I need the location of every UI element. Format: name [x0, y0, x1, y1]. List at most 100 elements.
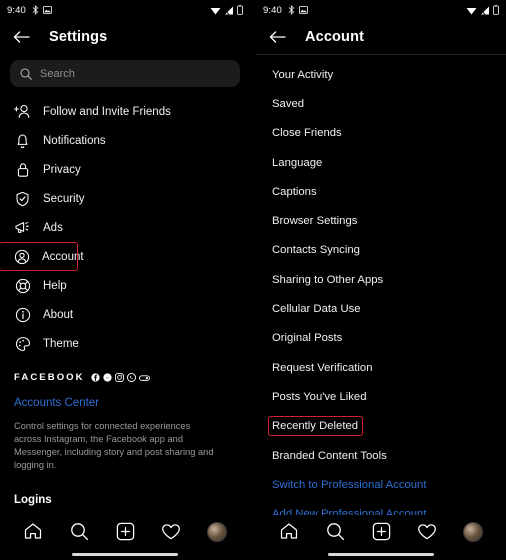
sidebar-item-follow-invite-friends[interactable]: Follow and Invite Friends: [0, 97, 250, 126]
activity-heart-icon[interactable]: [416, 521, 438, 543]
list-item-request-verification[interactable]: Request Verification: [256, 353, 506, 382]
list-item-posts-youve-liked[interactable]: Posts You've Liked: [256, 382, 506, 411]
wifi-icon: [466, 6, 477, 15]
megaphone-icon: [14, 219, 31, 236]
list-item-label: Browser Settings: [272, 215, 358, 228]
account-screen: 9:40 Account Your Activity Saved Close F…: [256, 0, 506, 560]
person-circle-icon: [13, 248, 30, 265]
sidebar-item-label: Ads: [43, 221, 63, 234]
list-item-browser-settings[interactable]: Browser Settings: [256, 206, 506, 235]
list-item-recently-deleted[interactable]: Recently Deleted: [256, 412, 506, 441]
sidebar-item-privacy[interactable]: Privacy: [0, 155, 250, 184]
sidebar-item-help[interactable]: Help: [0, 271, 250, 300]
shield-check-icon: [14, 190, 31, 207]
list-item-saved[interactable]: Saved: [256, 89, 506, 118]
list-item-label: Contacts Syncing: [272, 244, 360, 257]
list-item-cellular-data-use[interactable]: Cellular Data Use: [256, 294, 506, 323]
back-arrow-icon[interactable]: [268, 28, 286, 46]
sidebar-item-label: About: [43, 308, 74, 321]
avatar: [207, 521, 227, 542]
list-item-sharing-to-other-apps[interactable]: Sharing to Other Apps: [256, 265, 506, 294]
portal-icon: [138, 374, 150, 382]
profile-avatar[interactable]: [206, 521, 228, 543]
sidebar-item-notifications[interactable]: Notifications: [0, 126, 250, 155]
sidebar-item-label: Help: [43, 279, 67, 292]
page-title: Settings: [49, 29, 108, 45]
status-time: 9:40: [263, 4, 282, 16]
status-left-icons: [32, 5, 52, 15]
battery-icon: [493, 5, 499, 15]
bottom-nav-icons: [256, 515, 506, 548]
list-item-label: Request Verification: [272, 361, 373, 374]
bluetooth-icon: [288, 5, 295, 15]
facebook-icon: [91, 373, 100, 382]
sidebar-item-security[interactable]: Security: [0, 184, 250, 213]
sidebar-item-theme[interactable]: Theme: [0, 329, 250, 358]
search-input[interactable]: Search: [10, 60, 240, 87]
bell-icon: [14, 132, 31, 149]
list-item-branded-content-tools[interactable]: Branded Content Tools: [256, 441, 506, 470]
info-circle-icon: [14, 306, 31, 323]
list-item-label: Switch to Professional Account: [272, 478, 427, 491]
search-icon: [20, 67, 32, 80]
search-icon[interactable]: [324, 521, 346, 543]
status-time: 9:40: [7, 4, 26, 16]
sidebar-item-label: Notifications: [43, 134, 106, 147]
add-post-icon[interactable]: [370, 521, 392, 543]
accounts-center-link[interactable]: Accounts Center: [14, 397, 99, 409]
list-item-close-friends[interactable]: Close Friends: [256, 119, 506, 148]
list-item-language[interactable]: Language: [256, 148, 506, 177]
bottom-nav-icons: [0, 515, 250, 548]
add-post-icon[interactable]: [114, 521, 136, 543]
list-item-label: Cellular Data Use: [272, 303, 361, 316]
account-header: Account: [256, 20, 506, 54]
facebook-brand-icons: [91, 373, 150, 382]
home-icon[interactable]: [22, 521, 44, 543]
dual-screenshot-container: 9:40 Settings Search Follow and Invite F…: [0, 0, 506, 560]
add-person-icon: [14, 103, 31, 120]
settings-header: Settings: [0, 20, 250, 54]
sidebar-item-label: Theme: [43, 337, 79, 350]
status-right-icons: [466, 5, 499, 15]
back-arrow-icon[interactable]: [12, 28, 30, 46]
list-item-label: Sharing to Other Apps: [272, 273, 384, 286]
status-bar-right: 9:40: [256, 0, 506, 20]
bluetooth-icon: [32, 5, 39, 15]
list-item-captions[interactable]: Captions: [256, 177, 506, 206]
list-item-switch-to-professional-account[interactable]: Switch to Professional Account: [256, 470, 506, 499]
sidebar-item-label: Follow and Invite Friends: [43, 105, 171, 118]
list-item-label: Posts You've Liked: [272, 390, 367, 403]
account-menu-list: Your Activity Saved Close Friends Langua…: [256, 55, 506, 529]
page-title: Account: [305, 29, 365, 45]
search-container: Search: [0, 54, 250, 87]
list-item-original-posts[interactable]: Original Posts: [256, 324, 506, 353]
list-item-your-activity[interactable]: Your Activity: [256, 60, 506, 89]
list-item-label: Recently Deleted: [267, 416, 364, 437]
palette-icon: [14, 335, 31, 352]
profile-avatar[interactable]: [462, 521, 484, 543]
search-placeholder: Search: [40, 67, 75, 80]
status-left-icons: [288, 5, 308, 15]
home-bar: [328, 552, 434, 556]
list-item-contacts-syncing[interactable]: Contacts Syncing: [256, 236, 506, 265]
bottom-nav-left: [0, 515, 250, 560]
status-right-icons: [210, 5, 243, 15]
search-icon[interactable]: [68, 521, 90, 543]
sidebar-item-ads[interactable]: Ads: [0, 213, 250, 242]
home-bar: [72, 552, 178, 556]
sidebar-item-account[interactable]: Account: [0, 242, 84, 271]
wifi-icon: [210, 6, 221, 15]
logins-section-title: Logins: [14, 494, 52, 506]
list-item-label: Close Friends: [272, 127, 342, 140]
activity-heart-icon[interactable]: [160, 521, 182, 543]
signal-icon: [480, 6, 490, 15]
list-item-label: Original Posts: [272, 332, 343, 345]
sidebar-item-about[interactable]: About: [0, 300, 250, 329]
home-icon[interactable]: [278, 521, 300, 543]
settings-menu-list: Follow and Invite Friends Notifications …: [0, 87, 250, 358]
bottom-nav-right: [256, 515, 506, 560]
messenger-icon: [103, 373, 112, 382]
sidebar-item-label: Account: [42, 250, 84, 263]
facebook-section-title: FACEBOOK: [14, 372, 85, 383]
list-item-label: Your Activity: [272, 68, 334, 81]
